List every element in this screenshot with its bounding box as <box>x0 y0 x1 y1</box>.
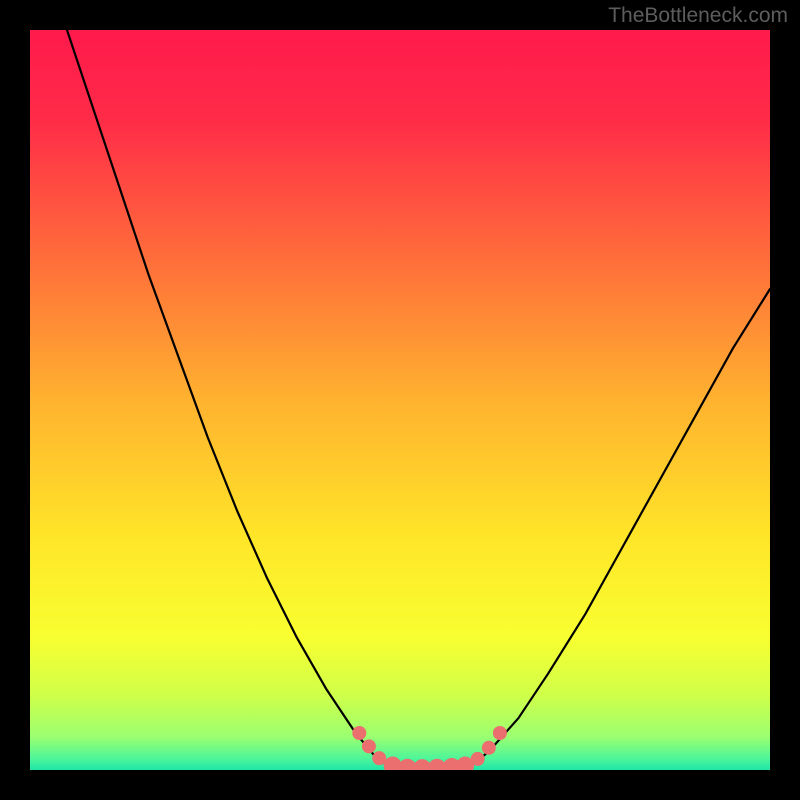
data-marker <box>352 726 366 740</box>
data-marker <box>471 752 485 766</box>
gradient-background <box>30 30 770 770</box>
data-marker <box>362 739 376 753</box>
plot-area <box>30 30 770 770</box>
attribution-text: TheBottleneck.com <box>608 4 788 28</box>
data-marker <box>482 741 496 755</box>
data-marker <box>493 726 507 740</box>
chart-canvas <box>30 30 770 770</box>
outer-frame: TheBottleneck.com <box>0 0 800 800</box>
